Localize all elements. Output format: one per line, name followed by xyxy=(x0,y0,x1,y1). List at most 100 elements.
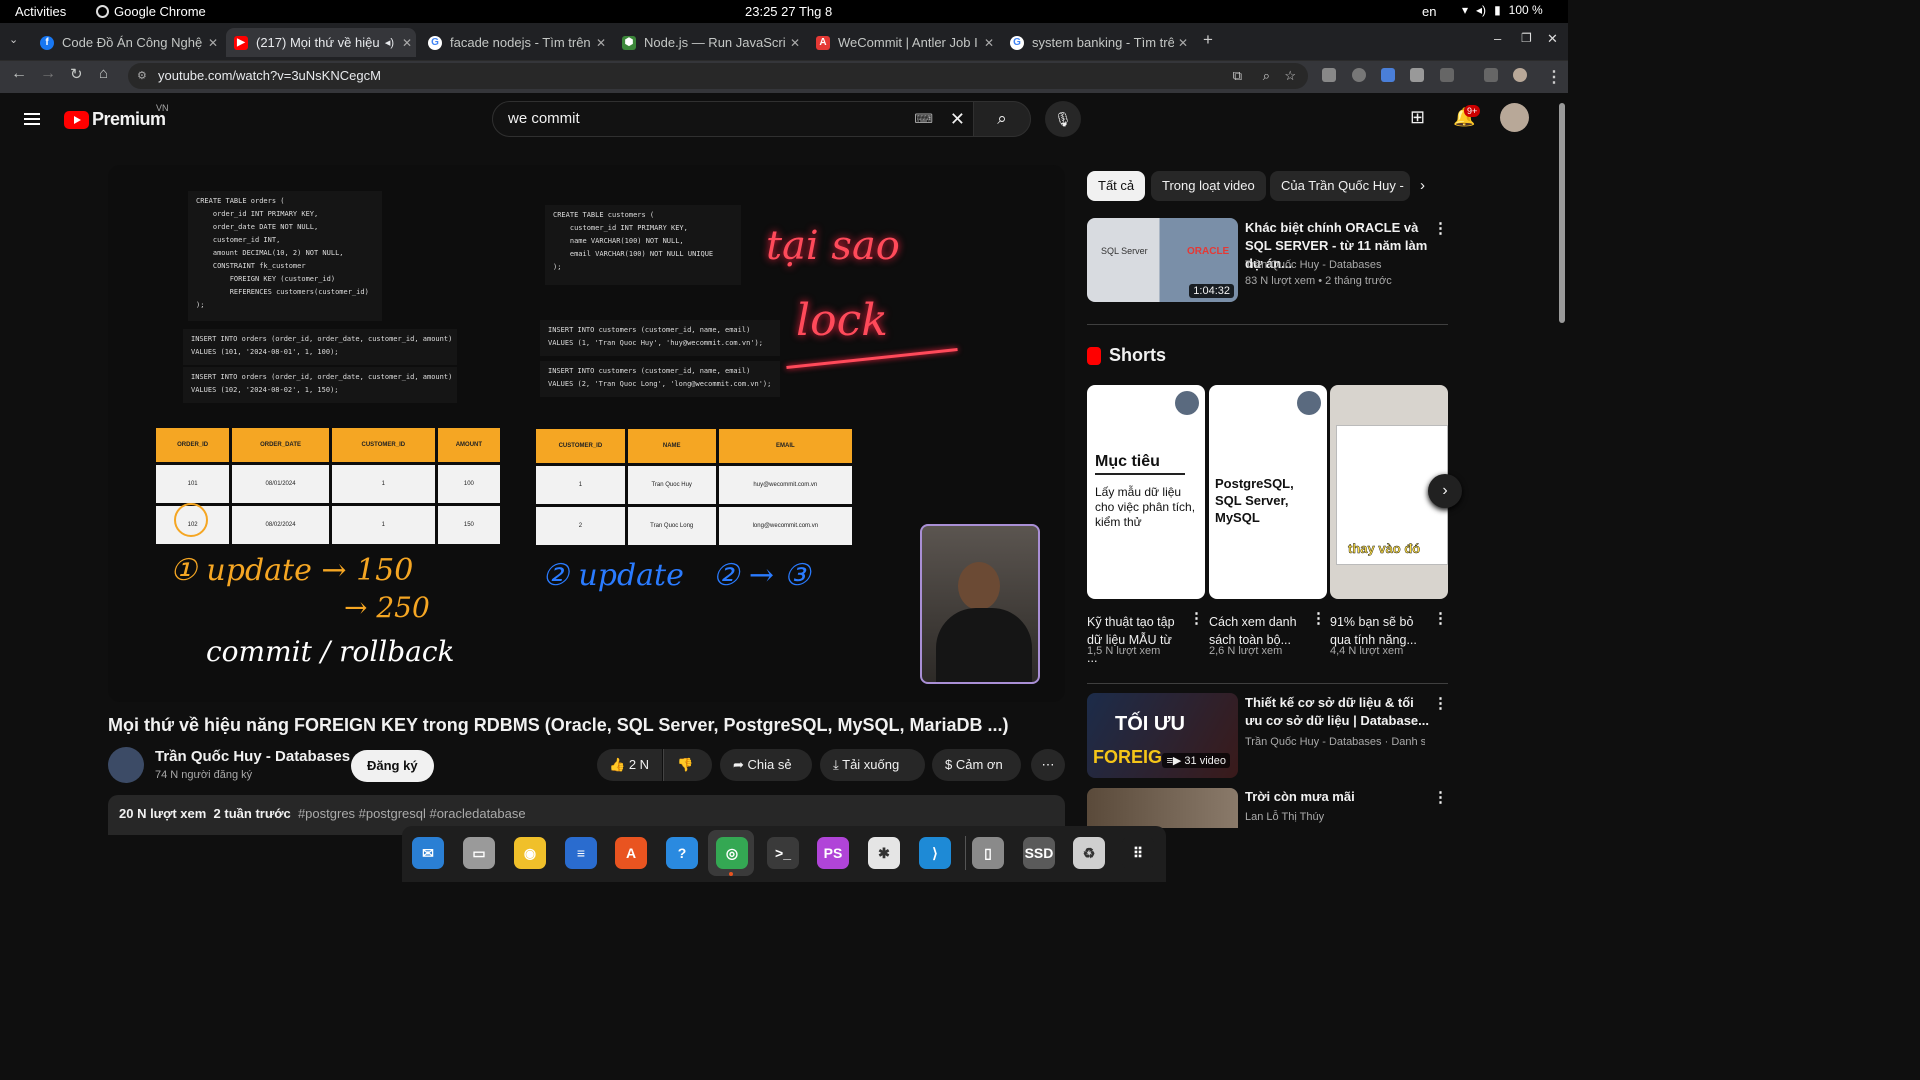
short-title[interactable]: Kỹ thuật tạo tập dữ liệu MẪU từ ... xyxy=(1087,613,1183,667)
terminal-icon[interactable]: >_ xyxy=(767,837,799,869)
chips-next-icon[interactable]: › xyxy=(1420,177,1425,194)
input-language[interactable]: en xyxy=(1422,4,1436,19)
url-input[interactable]: ⚙ youtube.com/watch?v=3uNsKNCegcM ⧉ ⌕ ☆ xyxy=(128,63,1308,89)
search-button[interactable]: ⌕ xyxy=(973,101,1031,137)
menu-icon[interactable] xyxy=(24,110,40,128)
recommendation-title[interactable]: Trời còn mưa mãi xyxy=(1245,788,1433,806)
close-tab-icon[interactable]: ✕ xyxy=(398,36,416,50)
recommendation-thumbnail[interactable]: SQL Server ORACLE 1:04:32 xyxy=(1087,218,1238,302)
channel-avatar[interactable] xyxy=(108,747,144,783)
short-card[interactable]: PostgreSQL, SQL Server, MySQL xyxy=(1209,385,1327,599)
chip-in-series[interactable]: Trong loạt video xyxy=(1151,171,1266,201)
new-tab-button[interactable]: + xyxy=(1203,30,1213,50)
extension-icon[interactable] xyxy=(1322,68,1336,82)
tab-search-icon[interactable]: ⌄ xyxy=(9,33,18,46)
restore-icon[interactable]: ❐ xyxy=(1521,31,1532,45)
ssd-icon[interactable]: SSD xyxy=(1023,837,1055,869)
phpstorm-icon[interactable]: PS xyxy=(817,837,849,869)
home-icon[interactable]: ⌂ xyxy=(99,65,108,82)
reload-icon[interactable]: ↻ xyxy=(70,65,83,83)
trash-icon[interactable]: ♻ xyxy=(1073,837,1105,869)
keyboard-icon[interactable]: ⌨ xyxy=(914,102,933,136)
close-tab-icon[interactable]: ✕ xyxy=(204,36,222,50)
hashtags[interactable]: #postgres #postgresql #oracledatabase xyxy=(298,806,526,821)
extension-icon[interactable] xyxy=(1381,68,1395,82)
thanks-button[interactable]: $ Cảm ơn xyxy=(932,749,1021,781)
forward-icon[interactable]: → xyxy=(40,65,56,83)
close-tab-icon[interactable]: ✕ xyxy=(786,36,804,50)
app-grid-icon[interactable]: ⠿ xyxy=(1122,837,1154,869)
recommendation-channel[interactable]: Trần Quốc Huy - Databases xyxy=(1245,257,1382,273)
app-center-icon[interactable]: A xyxy=(615,837,647,869)
clock[interactable]: 23:25 27 Thg 8 xyxy=(745,4,832,19)
activities-button[interactable]: Activities xyxy=(15,4,66,19)
chrome-icon[interactable]: ◎ xyxy=(716,837,748,869)
shorts-next-button[interactable]: › xyxy=(1428,474,1462,508)
recommendation-channel[interactable]: Lan Lỗ Thị Thúy xyxy=(1245,809,1324,825)
tab-facade-nodejs[interactable]: Gfacade nodejs - Tìm trên ✕ xyxy=(420,28,610,57)
scrollbar-thumb[interactable] xyxy=(1559,103,1565,323)
system-menu[interactable]: ▾ ◂) ▮ 100 % xyxy=(1462,3,1543,17)
download-button[interactable]: ⤓ Tải xuống xyxy=(820,749,925,781)
chip-all[interactable]: Tất cả xyxy=(1087,171,1146,201)
clear-search-icon[interactable]: ✕ xyxy=(950,102,965,136)
more-icon[interactable]: ⋮ xyxy=(1433,788,1448,806)
account-avatar[interactable] xyxy=(1500,103,1529,132)
files-icon[interactable]: ▭ xyxy=(463,837,495,869)
short-title[interactable]: Cách xem danh sách toàn bộ... xyxy=(1209,613,1305,649)
voice-search-button[interactable]: 🎙 xyxy=(1045,101,1081,137)
profile-avatar[interactable] xyxy=(1513,68,1527,82)
tab-system-banking[interactable]: Gsystem banking - Tìm trê ✕ xyxy=(1002,28,1192,57)
chrome-menu-icon[interactable]: ⋮ xyxy=(1546,67,1562,87)
playlist-title[interactable]: Thiết kế cơ sở dữ liệu & tối ưu cơ sở dữ… xyxy=(1245,694,1433,730)
chip-from-channel[interactable]: Của Trần Quốc Huy - xyxy=(1270,171,1410,201)
tab-nodejs[interactable]: ⬢ Node.js — Run JavaScrip ✕ xyxy=(614,28,804,57)
thunderbird-icon[interactable]: ✉ xyxy=(412,837,444,869)
more-icon[interactable]: ⋮ xyxy=(1433,694,1448,712)
extension-icon[interactable] xyxy=(1410,68,1424,82)
recommendation-thumbnail[interactable] xyxy=(1087,788,1238,828)
install-app-icon[interactable]: ⧉ xyxy=(1233,63,1242,89)
app-menu[interactable]: Google Chrome xyxy=(96,4,206,19)
close-tab-icon[interactable]: ✕ xyxy=(980,36,998,50)
zoom-icon[interactable]: ⌕ xyxy=(1263,63,1270,89)
short-title[interactable]: 91% bạn sẽ bỏ qua tính năng... xyxy=(1330,613,1426,649)
yt-premium-logo[interactable]: Premium VN xyxy=(64,103,169,130)
extensions-puzzle-icon[interactable] xyxy=(1440,68,1454,82)
tab-youtube-video[interactable]: ▶ (217) Mọi thứ về hiệu ◂) ✕ xyxy=(226,28,416,57)
more-actions-button[interactable]: ⋯ xyxy=(1031,749,1065,781)
rhythmbox-icon[interactable]: ◉ xyxy=(514,837,546,869)
video-player[interactable]: CREATE TABLE orders ( order_id INT PRIMA… xyxy=(108,165,1065,702)
site-info-icon[interactable]: ⚙ xyxy=(137,63,147,89)
playlist-thumbnail[interactable]: TỐI ƯU FOREIG ≡▶ 31 video xyxy=(1087,693,1238,778)
writer-icon[interactable]: ≡ xyxy=(565,837,597,869)
create-icon[interactable]: ⊞ xyxy=(1410,107,1425,128)
subscribe-button[interactable]: Đăng ký xyxy=(351,750,434,782)
more-icon[interactable]: ⋮ xyxy=(1433,219,1448,237)
dislike-button[interactable]: 👎 xyxy=(663,749,712,781)
tab-wecommit-antler[interactable]: A WeCommit | Antler Job I ✕ xyxy=(808,28,998,57)
more-icon[interactable]: ⋮ xyxy=(1189,609,1204,627)
extension-icon[interactable] xyxy=(1352,68,1366,82)
minimize-icon[interactable]: – xyxy=(1494,31,1501,46)
tab-code-do-an[interactable]: f Code Đồ Án Công Nghệ ✕ xyxy=(32,28,222,57)
audio-playing-icon[interactable]: ◂) xyxy=(385,36,394,49)
page-scrollbar[interactable] xyxy=(1556,93,1568,825)
search-input[interactable]: we commit ⌨ ✕ xyxy=(492,101,974,137)
like-button[interactable]: 👍 2 N xyxy=(597,749,662,781)
reading-list-icon[interactable] xyxy=(1484,68,1498,82)
help-icon[interactable]: ? xyxy=(666,837,698,869)
more-icon[interactable]: ⋮ xyxy=(1311,609,1326,627)
channel-name[interactable]: Trần Quốc Huy - Databases xyxy=(155,748,350,765)
slack-icon[interactable]: ✱ xyxy=(868,837,900,869)
close-tab-icon[interactable]: ✕ xyxy=(1174,36,1192,50)
vscode-icon[interactable]: ⟩ xyxy=(919,837,951,869)
drive-icon[interactable]: ▯ xyxy=(972,837,1004,869)
close-tab-icon[interactable]: ✕ xyxy=(592,36,610,50)
back-icon[interactable]: ← xyxy=(11,65,27,83)
more-icon[interactable]: ⋮ xyxy=(1433,609,1448,627)
short-card[interactable]: Mục tiêu Lấy mẫu dữ liệu cho việc phân t… xyxy=(1087,385,1205,599)
close-window-icon[interactable]: ✕ xyxy=(1547,31,1558,47)
share-button[interactable]: ➦ Chia sẻ xyxy=(720,749,812,781)
bookmark-star-icon[interactable]: ☆ xyxy=(1284,63,1296,89)
